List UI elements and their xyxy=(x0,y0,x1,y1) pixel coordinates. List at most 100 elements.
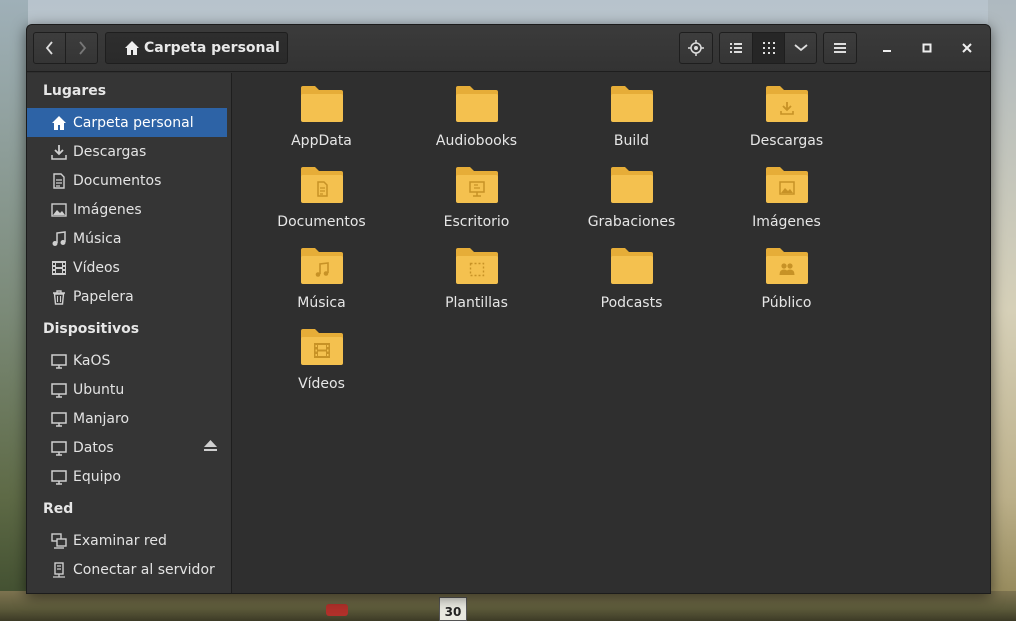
list-view-button[interactable] xyxy=(720,33,752,63)
sidebar-item-equipo[interactable]: Equipo xyxy=(27,462,227,491)
sidebar: Lugares Carpeta personal Descargas Docum… xyxy=(27,73,232,593)
path-bar-home-button[interactable]: Carpeta personal xyxy=(105,32,288,64)
close-icon xyxy=(962,43,972,53)
sidebar-item-label: Documentos xyxy=(73,172,162,189)
drive-icon xyxy=(51,353,67,369)
server-icon xyxy=(51,561,67,578)
folder-label: AppData xyxy=(291,133,352,149)
sidebar-item-videos[interactable]: Vídeos xyxy=(27,253,227,282)
sidebar-item-label: Carpeta personal xyxy=(73,114,194,131)
folder-label: Plantillas xyxy=(445,295,508,311)
home-icon xyxy=(51,115,67,131)
chevron-down-icon xyxy=(793,44,808,52)
list-view-icon xyxy=(730,43,742,53)
forward-button[interactable] xyxy=(65,33,97,63)
minimize-button[interactable] xyxy=(874,35,900,61)
back-button[interactable] xyxy=(34,33,65,63)
chevron-right-icon xyxy=(77,41,87,55)
sidebar-item-music[interactable]: Música xyxy=(27,224,227,253)
folder-icon xyxy=(610,166,654,204)
image-icon xyxy=(51,202,67,218)
folder-icon xyxy=(455,85,499,123)
folder-icon xyxy=(300,247,344,285)
trash-icon xyxy=(51,289,67,305)
maximize-icon xyxy=(922,43,932,53)
folder-item[interactable]: AppData xyxy=(244,73,399,153)
drive-icon xyxy=(51,382,67,398)
desktop-background-right xyxy=(988,0,1016,621)
folder-item[interactable]: Audiobooks xyxy=(399,73,554,153)
sidebar-section-network: Red xyxy=(43,501,74,517)
path-bar-label: Carpeta personal xyxy=(144,40,280,56)
sidebar-item-label: Conectar al servidor xyxy=(73,561,215,578)
sidebar-item-label: Imágenes xyxy=(73,201,142,218)
chevron-left-icon xyxy=(45,41,55,55)
folder-item[interactable]: Imágenes xyxy=(709,154,864,234)
folder-item[interactable]: Vídeos xyxy=(244,316,399,396)
folder-icon xyxy=(765,85,809,123)
folder-item[interactable]: Público xyxy=(709,235,864,315)
sidebar-item-connect-server[interactable]: Conectar al servidor xyxy=(27,555,227,584)
folder-icon xyxy=(765,247,809,285)
sidebar-item-documents[interactable]: Documentos xyxy=(27,166,227,195)
sidebar-item-datos[interactable]: Datos xyxy=(27,433,227,462)
desktop-background-bottom xyxy=(0,591,1016,621)
sidebar-item-browse-network[interactable]: Examinar red xyxy=(27,526,227,555)
sidebar-item-pictures[interactable]: Imágenes xyxy=(27,195,227,224)
drive-icon xyxy=(51,411,67,427)
folder-icon xyxy=(765,166,809,204)
drive-icon xyxy=(51,440,67,456)
sidebar-item-label: Vídeos xyxy=(73,259,120,276)
minimize-icon xyxy=(882,43,892,53)
folder-item[interactable]: Música xyxy=(244,235,399,315)
folder-item[interactable]: Podcasts xyxy=(554,235,709,315)
folder-item[interactable]: Build xyxy=(554,73,709,153)
grid-view-icon xyxy=(762,42,775,54)
folder-icon xyxy=(610,85,654,123)
folder-label: Audiobooks xyxy=(435,133,518,149)
sidebar-item-manjaro[interactable]: Manjaro xyxy=(27,404,227,433)
grid-view-button[interactable] xyxy=(752,33,784,63)
sidebar-item-label: Descargas xyxy=(73,143,147,160)
download-icon xyxy=(51,144,67,160)
folder-label: Imágenes xyxy=(752,214,821,230)
crosshair-icon xyxy=(688,40,704,56)
close-button[interactable] xyxy=(954,35,980,61)
folder-item[interactable]: Plantillas xyxy=(399,235,554,315)
folder-item[interactable]: Grabaciones xyxy=(554,154,709,234)
desktop-speed-sign: 30 xyxy=(439,597,467,621)
eject-icon[interactable] xyxy=(204,440,217,452)
sidebar-section-places: Lugares xyxy=(43,83,107,99)
file-manager-window: Carpeta personal Lugares Carpeta persona… xyxy=(26,24,991,594)
folder-icon xyxy=(300,85,344,123)
sidebar-item-label: KaOS xyxy=(73,352,111,369)
folder-item[interactable]: Documentos xyxy=(244,154,399,234)
sidebar-item-home[interactable]: Carpeta personal xyxy=(27,108,227,137)
sidebar-item-trash[interactable]: Papelera xyxy=(27,282,227,311)
folder-label: Público xyxy=(761,295,812,311)
desktop-car xyxy=(326,604,348,616)
sidebar-item-ubuntu[interactable]: Ubuntu xyxy=(27,375,227,404)
sidebar-item-label: Datos xyxy=(73,439,114,456)
view-buttons xyxy=(719,32,817,64)
view-options-button[interactable] xyxy=(784,33,816,63)
folder-label: Vídeos xyxy=(298,376,345,392)
file-grid: AppData Audiobooks Build Descargas Documento… xyxy=(233,73,990,593)
folder-icon xyxy=(455,166,499,204)
folder-icon xyxy=(300,328,344,366)
sidebar-item-kaos[interactable]: KaOS xyxy=(27,346,227,375)
folder-item[interactable]: Escritorio xyxy=(399,154,554,234)
sidebar-item-downloads[interactable]: Descargas xyxy=(27,137,227,166)
folder-label: Podcasts xyxy=(600,295,663,311)
desktop-background-left xyxy=(0,0,28,621)
sidebar-item-label: Examinar red xyxy=(73,532,167,549)
navigation-buttons xyxy=(33,32,98,64)
folder-item[interactable]: Descargas xyxy=(709,73,864,153)
folder-icon xyxy=(610,247,654,285)
main-menu-button[interactable] xyxy=(823,32,857,64)
maximize-button[interactable] xyxy=(914,35,940,61)
sidebar-item-label: Ubuntu xyxy=(73,381,125,398)
location-button[interactable] xyxy=(679,32,713,64)
computer-icon xyxy=(51,469,67,485)
hamburger-icon xyxy=(834,43,846,53)
